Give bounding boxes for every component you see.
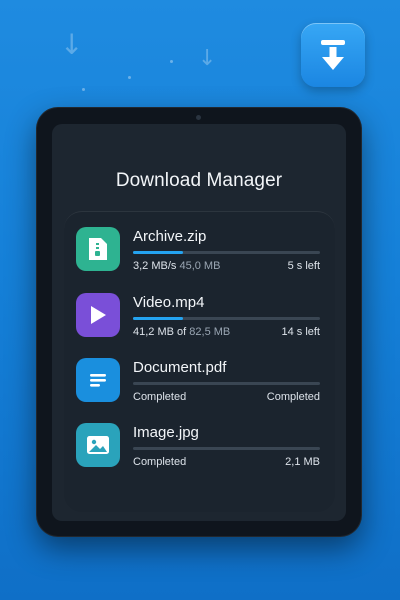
page-title: Download Manager	[115, 170, 283, 191]
background-arrow-icon: ↓	[60, 28, 84, 61]
file-name: Image.jpg	[133, 424, 199, 441]
progress-bar	[133, 317, 320, 320]
file-size: 2,1 MB	[285, 456, 320, 468]
downloaded-amount: 41,2 MB of 82,5 MB	[133, 326, 230, 338]
downloaded-size: 41,2 MB	[133, 326, 174, 338]
background-dot	[170, 60, 173, 63]
play-icon	[76, 293, 120, 337]
zip-file-icon	[76, 227, 120, 271]
download-status: Completed	[133, 391, 187, 403]
download-item-image[interactable]: Image.jpg Completed 2,1 MB	[76, 423, 324, 473]
app-screen: Download Manager Archive.zip 3,2 MB/s 45…	[52, 124, 346, 521]
app-logo	[301, 23, 365, 87]
image-icon	[76, 423, 120, 467]
download-item-video[interactable]: Video.mp4 41,2 MB of 82,5 MB 14 s left	[76, 293, 324, 343]
time-left: 5 s left	[287, 260, 320, 272]
file-name: Document.pdf	[133, 359, 227, 376]
file-name: Archive.zip	[133, 228, 207, 245]
file-name: Video.mp4	[133, 294, 205, 311]
progress-bar	[133, 251, 320, 254]
progress-fill	[133, 251, 184, 254]
camera-dot	[196, 115, 201, 120]
background-arrow-icon: ↓	[198, 46, 217, 71]
file-size: 45,0 MB	[179, 260, 221, 272]
download-arrow-icon	[321, 40, 345, 70]
download-item-archive[interactable]: Archive.zip 3,2 MB/s 45,0 MB 5 s left	[76, 227, 324, 277]
progress-bar	[133, 382, 320, 385]
of-label: of	[177, 326, 187, 338]
download-list: Archive.zip 3,2 MB/s 45,0 MB 5 s left Vi…	[64, 211, 335, 512]
progress-bar	[133, 447, 320, 450]
progress-fill	[133, 317, 184, 320]
download-status: Completed	[133, 456, 187, 468]
download-speed: 3,2 MB/s	[133, 260, 177, 272]
download-speed-size: 3,2 MB/s 45,0 MB	[133, 260, 220, 272]
background-dot	[128, 76, 131, 79]
time-left: 14 s left	[281, 326, 320, 338]
download-item-document[interactable]: Document.pdf Completed Completed	[76, 358, 324, 408]
download-status-right: Completed	[266, 391, 320, 403]
tablet-device: Download Manager Archive.zip 3,2 MB/s 45…	[36, 107, 362, 537]
document-icon	[76, 358, 120, 402]
background-dot	[82, 88, 85, 91]
total-size: 82,5 MB	[189, 326, 231, 338]
